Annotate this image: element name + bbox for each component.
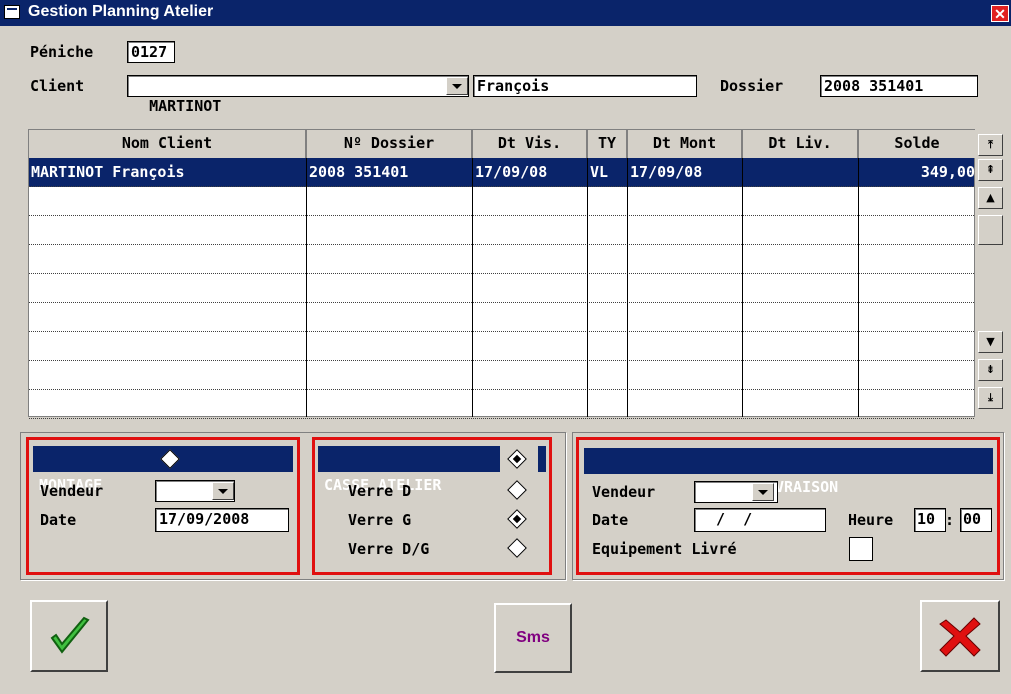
livraison-date-label: Date [592, 511, 629, 529]
verre-d-label: Verre D [348, 482, 412, 500]
window-title: Gestion Planning Atelier [28, 3, 214, 20]
client-label: Client [30, 77, 85, 95]
scroll-bottom-icon[interactable]: ⤓ [978, 387, 1003, 409]
close-icon[interactable]: ✕ [991, 5, 1009, 22]
sms-button[interactable]: Sms [494, 603, 572, 673]
chevron-down-icon[interactable] [212, 482, 234, 500]
table-row[interactable] [29, 274, 974, 303]
table-cell: 17/09/08 [630, 163, 703, 181]
livraison-date-field[interactable]: / / [694, 508, 826, 532]
page-up-icon[interactable]: ⇞ [978, 159, 1003, 181]
montage-date-field[interactable]: 17/09/2008 [155, 508, 289, 532]
dossier-grid[interactable]: Nom Client Nº Dossier Dt Vis. TY Dt Mont Dt L… [28, 129, 977, 419]
checkmark-icon [50, 616, 90, 654]
table-row[interactable] [29, 245, 974, 274]
column-header[interactable]: Nº Dossier [307, 130, 473, 158]
table-row[interactable] [29, 332, 974, 361]
client-firstname-field[interactable]: François [473, 75, 697, 97]
table-row[interactable] [29, 361, 974, 390]
montage-vendeur-label: Vendeur [40, 482, 104, 500]
table-row[interactable] [29, 216, 974, 245]
chevron-down-icon[interactable] [752, 483, 774, 501]
table-cell: MARTINOT François [31, 163, 185, 181]
scroll-thumb[interactable] [978, 215, 1003, 245]
red-x-icon [939, 617, 981, 657]
client-combobox[interactable]: MARTINOT [127, 75, 469, 115]
table-row[interactable] [29, 303, 974, 332]
table-cell: VL [590, 163, 609, 181]
livraison-vendeur-label: Vendeur [592, 483, 656, 501]
equipement-livre-label: Equipement Livré [592, 540, 737, 558]
peniche-label: Péniche [30, 43, 94, 61]
dossier-field[interactable]: 2008 351401 [820, 75, 978, 97]
heure-hours-field[interactable]: 10 [914, 508, 946, 532]
scroll-top-icon[interactable]: ⤒ [978, 134, 1003, 156]
table-row[interactable]: MARTINOT François 2008 351401 17/09/08 VL 17… [29, 158, 975, 187]
column-header[interactable]: Nom Client [29, 130, 307, 158]
window-icon[interactable] [4, 5, 20, 19]
verre-g-label: Verre G [348, 511, 412, 529]
verre-dg-label: Verre D/G [348, 540, 430, 558]
ok-button[interactable] [30, 600, 108, 672]
table-row[interactable] [29, 390, 974, 419]
column-header[interactable]: Dt Liv. [743, 130, 859, 158]
chevron-down-icon[interactable] [446, 77, 468, 95]
title-bar: Gestion Planning Atelier ✕ [0, 0, 1011, 26]
montage-date-label: Date [40, 511, 77, 529]
scroll-down-icon[interactable]: ▼ [978, 331, 1003, 353]
peniche-field[interactable]: 0127 [127, 41, 175, 63]
table-row[interactable] [29, 187, 974, 216]
livraison-header: LIVRAISON [584, 448, 993, 496]
column-header[interactable]: Solde [859, 130, 977, 158]
cancel-button[interactable] [920, 600, 1000, 672]
column-header[interactable]: Dt Vis. [473, 130, 588, 158]
table-cell: 349,00 [920, 163, 975, 181]
scroll-up-icon[interactable]: ▲ [978, 187, 1003, 209]
client-value: MARTINOT [149, 97, 222, 115]
table-cell: 17/09/08 [475, 163, 548, 181]
page-down-icon[interactable]: ⇟ [978, 359, 1003, 381]
table-cell [743, 158, 859, 186]
heure-label: Heure [848, 511, 894, 529]
dossier-label: Dossier [720, 77, 784, 95]
table-cell: 2008 351401 [309, 163, 409, 181]
grid-scrollbar[interactable]: ⤒ ⇞ ▲ ▼ ⇟ ⤓ [975, 129, 1005, 417]
heure-minutes-field[interactable]: 00 [960, 508, 992, 532]
equipement-livre-checkbox[interactable] [849, 537, 873, 561]
column-header[interactable]: TY [588, 130, 628, 158]
column-header[interactable]: Dt Mont [628, 130, 743, 158]
